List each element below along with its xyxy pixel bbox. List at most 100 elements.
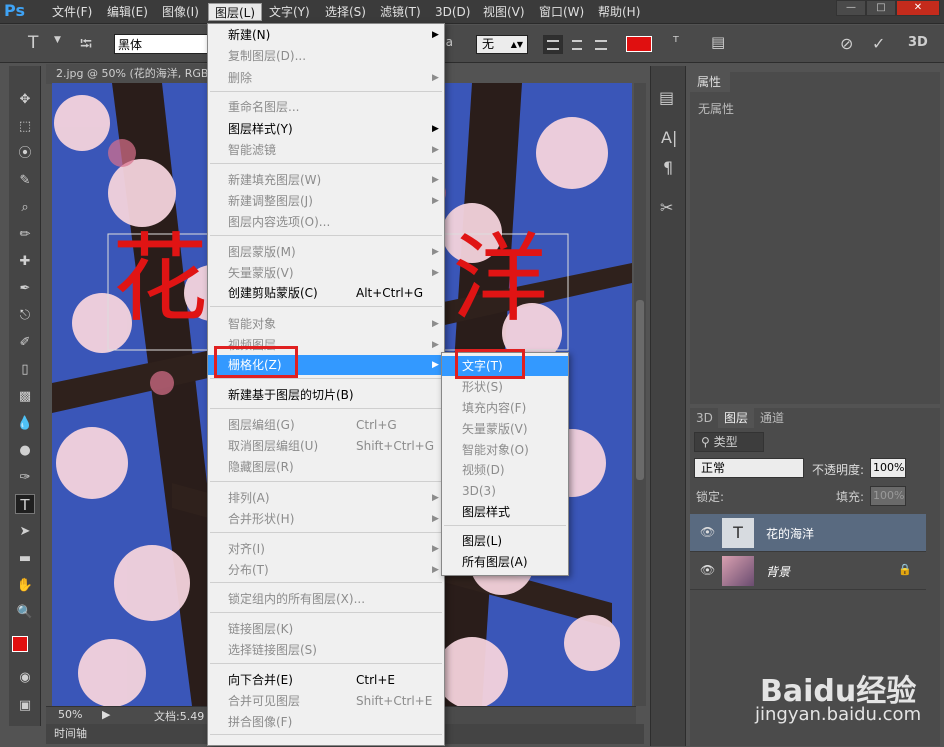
watermark-url: jingyan.baidu.com <box>755 704 922 725</box>
tab-3d[interactable]: 3D <box>690 408 719 428</box>
warp-text-icon[interactable]: ᵀ <box>673 33 679 51</box>
visibility-eye-icon[interactable]: 👁 <box>700 525 715 539</box>
text-tool-preset-icon[interactable]: T <box>28 33 38 53</box>
eyedropper-tool-icon[interactable]: ✏ <box>15 225 35 245</box>
crop-tool-icon[interactable]: ⌕ <box>15 198 35 218</box>
zoom-tool-icon[interactable]: 🔍 <box>15 603 35 623</box>
maximize-icon[interactable]: □ <box>866 0 896 16</box>
menu-type[interactable]: 文字(Y) <box>263 3 316 21</box>
menu-item-label: 删除 <box>228 71 253 85</box>
path-select-tool-icon[interactable]: ➤ <box>15 522 35 542</box>
menu-window[interactable]: 窗口(W) <box>533 3 590 21</box>
foreground-color-swatch[interactable] <box>12 636 28 652</box>
submenu-arrow-icon: ▶ <box>432 247 439 257</box>
layer-name[interactable]: 背景 <box>766 563 790 580</box>
tab-channels[interactable]: 通道 <box>754 408 790 428</box>
text-color-swatch[interactable] <box>626 36 652 52</box>
menu-item[interactable]: 图层样式(Y) ▶ <box>208 119 444 139</box>
menu-item: 合并形状(H) ▶ <box>208 509 444 529</box>
marquee-tool-icon[interactable]: ⬚ <box>15 117 35 137</box>
menu-image[interactable]: 图像(I) <box>156 3 205 21</box>
zoom-level[interactable]: 50% <box>58 708 82 721</box>
menu-3d[interactable]: 3D(D) <box>429 3 476 21</box>
submenu-arrow-icon: ▶ <box>432 30 439 40</box>
menu-layer[interactable]: 图层(L) <box>208 3 263 21</box>
history-brush-tool-icon[interactable]: ✐ <box>15 333 35 353</box>
updown-icon: ▲▼ <box>510 40 523 49</box>
pen-tool-icon[interactable]: ✑ <box>15 468 35 488</box>
move-tool-icon[interactable]: ✥ <box>15 90 35 110</box>
hand-tool-icon[interactable]: ✋ <box>15 576 35 596</box>
character-panel-icon[interactable]: ▤ <box>711 33 725 51</box>
properties-tab[interactable]: 属性 <box>690 72 730 92</box>
menu-item: 锁定组内的所有图层(X)... <box>208 589 444 609</box>
align-center-button[interactable] <box>567 35 587 54</box>
menu-filter[interactable]: 滤镜(T) <box>374 3 427 21</box>
history-panel-icon[interactable]: ▤ <box>659 88 674 107</box>
menu-item-label: 3D(3) <box>462 484 496 498</box>
font-family-field[interactable]: 黑体 <box>114 34 208 54</box>
visibility-eye-icon[interactable]: 👁 <box>700 563 715 577</box>
align-left-button[interactable] <box>543 35 563 54</box>
menu-item[interactable]: 向下合并(E) Ctrl+E <box>208 670 444 690</box>
layer-name[interactable]: 花的海洋 <box>766 525 814 542</box>
menu-separator <box>444 525 566 526</box>
layer-filter-select[interactable]: ⚲ 类型 <box>694 432 764 452</box>
menu-item-label: 智能滤镜 <box>228 143 277 157</box>
blend-mode-select[interactable]: 正常 <box>694 458 804 478</box>
character-panel-icon[interactable]: A| <box>661 128 677 147</box>
chevron-down-icon[interactable]: ▼ <box>54 35 61 45</box>
type-tool-icon[interactable]: T <box>15 494 35 514</box>
submenu-arrow-icon: ▶ <box>432 565 439 575</box>
clone-stamp-tool-icon[interactable]: ⎋ <box>15 306 35 326</box>
status-menu-icon[interactable]: ▶ <box>102 708 110 721</box>
menu-separator <box>210 91 442 92</box>
menu-file[interactable]: 文件(F) <box>46 3 98 21</box>
blur-tool-icon[interactable]: 💧 <box>15 414 35 434</box>
close-icon[interactable]: ✕ <box>896 0 940 16</box>
minimize-icon[interactable]: — <box>836 0 866 16</box>
layer-row-text[interactable]: 👁 T 花的海洋 <box>690 514 926 552</box>
menu-edit[interactable]: 编辑(E) <box>101 3 154 21</box>
document-tab[interactable]: 2.jpg @ 50% (花的海洋, RGB <box>46 64 216 84</box>
gradient-tool-icon[interactable]: ▩ <box>15 387 35 407</box>
menu-view[interactable]: 视图(V) <box>477 3 531 21</box>
menu-select[interactable]: 选择(S) <box>319 3 372 21</box>
menu-shortcut: Ctrl+G <box>356 418 397 432</box>
menu-item[interactable]: 图层样式 <box>442 502 568 522</box>
menu-item[interactable]: 所有图层(A) <box>442 552 568 572</box>
brush-tool-icon[interactable]: ✒ <box>15 279 35 299</box>
healing-brush-tool-icon[interactable]: ✚ <box>15 252 35 272</box>
layer-row-background[interactable]: 👁 背景 🔒 <box>690 552 926 590</box>
cancel-edit-icon[interactable]: ⊘ <box>840 34 853 53</box>
menu-help[interactable]: 帮助(H) <box>592 3 646 21</box>
text-orientation-icon[interactable]: ⭾ <box>80 33 92 60</box>
menu-item[interactable]: 创建剪贴蒙版(C) Alt+Ctrl+G <box>208 283 444 303</box>
scrollbar-thumb[interactable] <box>636 300 644 480</box>
dodge-tool-icon[interactable]: ● <box>15 441 35 461</box>
quick-select-tool-icon[interactable]: ✎ <box>15 171 35 191</box>
opacity-label: 不透明度: <box>812 463 865 477</box>
tab-layers[interactable]: 图层 <box>718 408 755 428</box>
quick-mask-icon[interactable]: ◉ <box>15 668 35 688</box>
paragraph-panel-icon[interactable]: ¶ <box>663 158 673 177</box>
lasso-tool-icon[interactable]: ⦿ <box>15 144 35 164</box>
tool-presets-icon[interactable]: ✂ <box>660 198 673 217</box>
rectangle-tool-icon[interactable]: ▬ <box>15 549 35 569</box>
menu-item: 形状(S) <box>442 377 568 397</box>
menu-item[interactable]: 新建基于图层的切片(B) <box>208 385 444 405</box>
menu-bar: Ps 文件(F) 编辑(E) 图像(I) 图层(L) 文字(Y) 选择(S) 滤… <box>0 0 944 24</box>
align-right-button[interactable] <box>591 35 611 54</box>
opacity-field[interactable]: 100% <box>870 458 906 478</box>
menu-item[interactable]: 新建(N) ▶ <box>208 25 444 45</box>
menu-item[interactable]: 图层(L) <box>442 531 568 551</box>
eraser-tool-icon[interactable]: ▯ <box>15 360 35 380</box>
3d-mode-icon[interactable]: 3D <box>908 35 928 50</box>
blend-mode-value: 正常 <box>701 461 726 475</box>
antialias-select[interactable]: 无 ▲▼ <box>476 35 528 54</box>
menu-separator <box>210 408 442 409</box>
screen-mode-icon[interactable]: ▣ <box>15 696 35 716</box>
layer-filter-value: 类型 <box>713 435 738 449</box>
fill-field[interactable]: 100% <box>870 486 906 506</box>
commit-edit-icon[interactable]: ✓ <box>872 34 885 53</box>
